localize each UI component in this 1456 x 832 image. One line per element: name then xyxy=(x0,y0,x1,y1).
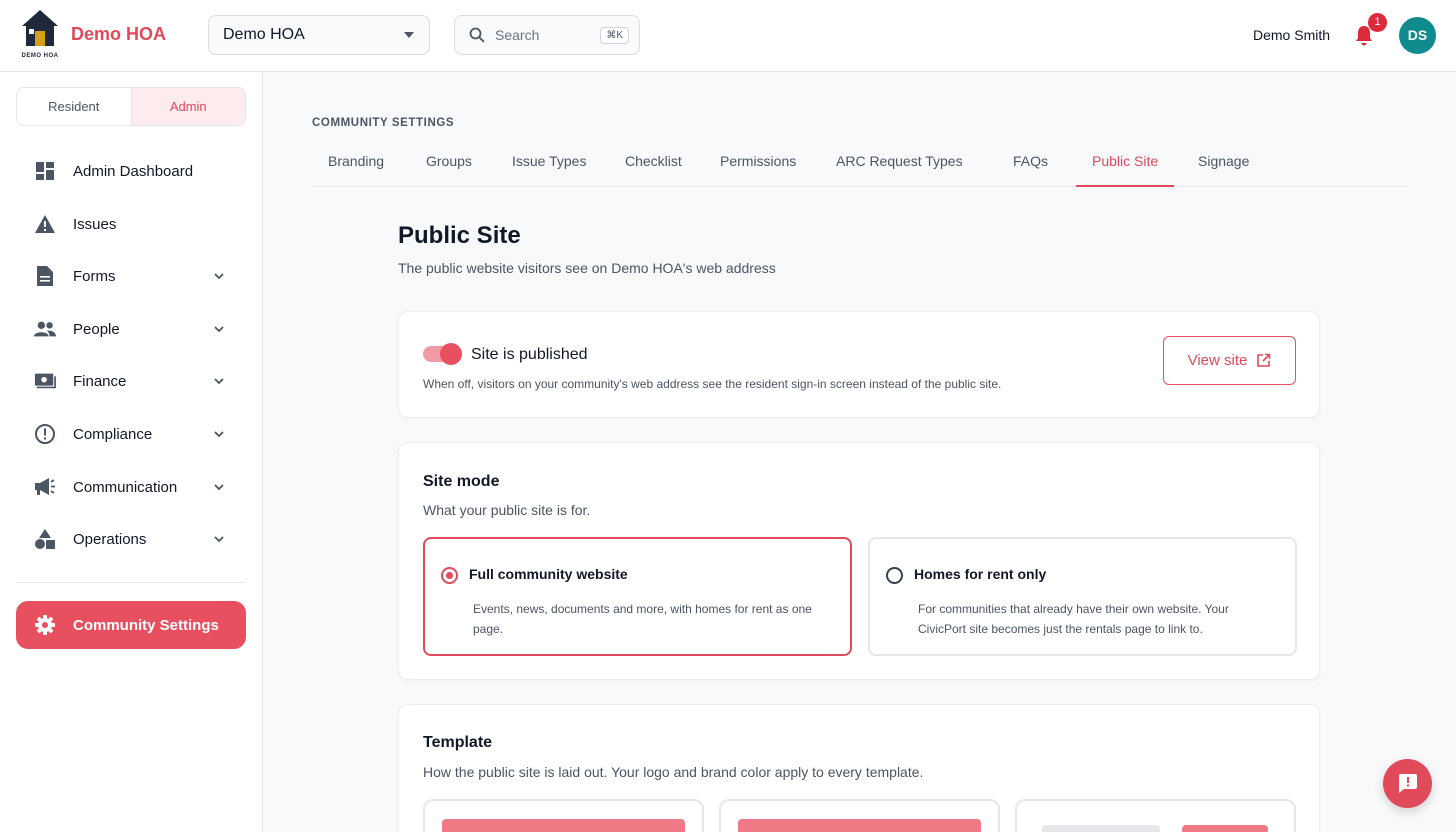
sidebar-item-forms[interactable]: Forms xyxy=(16,254,246,298)
tab-checklist[interactable]: Checklist xyxy=(625,144,682,187)
sidebar-item-label: Operations xyxy=(73,530,147,548)
publish-toggle[interactable] xyxy=(423,343,462,365)
option-full-community-website[interactable]: Full community website Events, news, doc… xyxy=(423,537,852,656)
chevron-down-icon xyxy=(214,326,224,333)
tab-permissions[interactable]: Permissions xyxy=(720,144,796,187)
external-link-icon xyxy=(1257,353,1271,367)
brand-name[interactable]: Demo HOA xyxy=(71,24,166,45)
role-toggle: Resident Admin xyxy=(16,87,246,126)
sidebar-item-issues[interactable]: Issues xyxy=(16,202,246,246)
tab-signage[interactable]: Signage xyxy=(1198,144,1249,187)
hoa-select[interactable]: Demo HOA xyxy=(208,15,430,55)
document-icon xyxy=(34,265,56,287)
sidebar-item-label: People xyxy=(73,320,120,338)
sidebar-item-finance[interactable]: Finance xyxy=(16,359,246,403)
site-mode-heading: Site mode xyxy=(423,473,500,490)
role-resident-button[interactable]: Resident xyxy=(17,88,132,125)
house-logo-icon xyxy=(22,10,58,46)
sidebar-item-label: Admin Dashboard xyxy=(73,162,194,180)
caret-down-icon xyxy=(404,32,414,38)
chevron-down-icon xyxy=(214,536,224,543)
sidebar-item-community-settings[interactable]: Community Settings xyxy=(16,601,246,649)
template-preview-bar xyxy=(442,819,685,832)
site-mode-card: Site mode What your public site is for. … xyxy=(398,442,1320,680)
page-subtitle: The public website visitors see on Demo … xyxy=(398,260,776,276)
option-title: Homes for rent only xyxy=(914,566,1047,582)
tab-public-site[interactable]: Public Site xyxy=(1076,144,1175,187)
site-mode-description: What your public site is for. xyxy=(423,502,591,518)
publish-label: Site is published xyxy=(471,346,588,363)
template-description: How the public site is laid out. Your lo… xyxy=(423,764,924,780)
search-box[interactable]: Search ⌘K xyxy=(454,15,640,55)
template-preview-bar xyxy=(1182,825,1268,832)
people-icon xyxy=(34,318,56,340)
sidebar-item-label: Forms xyxy=(73,267,116,285)
template-option-3[interactable] xyxy=(1015,799,1296,832)
gear-icon xyxy=(34,614,56,636)
brand-logo[interactable]: DEMO HOA xyxy=(18,8,62,62)
sidebar-item-label: Community Settings xyxy=(73,616,219,634)
avatar[interactable]: DS xyxy=(1399,17,1436,54)
option-homes-for-rent-only[interactable]: Homes for rent only For communities that… xyxy=(868,537,1297,656)
radio-unselected[interactable] xyxy=(886,567,903,584)
money-icon xyxy=(34,370,56,392)
shapes-icon xyxy=(34,528,56,550)
template-option-1[interactable] xyxy=(423,799,704,832)
tab-arc-request-types[interactable]: ARC Request Types xyxy=(836,144,963,187)
search-shortcut: ⌘K xyxy=(600,26,629,44)
dashboard-icon xyxy=(34,160,56,182)
radio-selected[interactable] xyxy=(441,567,458,584)
sidebar-item-communication[interactable]: Communication xyxy=(16,465,246,509)
chevron-down-icon xyxy=(214,273,224,280)
tab-faqs[interactable]: FAQs xyxy=(1013,144,1048,187)
user-name[interactable]: Demo Smith xyxy=(1253,27,1330,43)
tab-groups[interactable]: Groups xyxy=(426,144,472,187)
toggle-knob xyxy=(440,343,462,365)
settings-tabs: Branding Groups Issue Types Checklist Pe… xyxy=(312,144,1408,187)
option-title: Full community website xyxy=(469,566,628,582)
sidebar: Resident Admin Admin Dashboard Issues Fo… xyxy=(0,72,263,832)
template-option-2[interactable] xyxy=(719,799,1000,832)
top-bar: DEMO HOA Demo HOA Demo HOA Search ⌘K Dem… xyxy=(0,0,1456,72)
sidebar-item-label: Compliance xyxy=(73,425,153,443)
alert-circle-icon xyxy=(34,423,56,445)
role-admin-button[interactable]: Admin xyxy=(131,88,245,125)
template-preview-grey xyxy=(1042,825,1160,832)
chevron-down-icon xyxy=(214,431,224,438)
template-heading: Template xyxy=(423,734,493,751)
search-placeholder: Search xyxy=(495,27,540,43)
sidebar-item-label: Communication xyxy=(73,478,178,496)
tab-issue-types[interactable]: Issue Types xyxy=(512,144,586,187)
sidebar-item-label: Issues xyxy=(73,215,117,233)
sidebar-item-admin-dashboard[interactable]: Admin Dashboard xyxy=(16,149,246,193)
sidebar-item-compliance[interactable]: Compliance xyxy=(16,412,246,456)
logo-caption: DEMO HOA xyxy=(21,53,59,59)
sidebar-item-people[interactable]: People xyxy=(16,307,246,351)
sidebar-item-operations[interactable]: Operations xyxy=(16,517,246,561)
radio-dot xyxy=(446,572,453,579)
chat-alert-icon xyxy=(1398,773,1417,793)
chevron-down-icon xyxy=(214,484,224,491)
template-preview-bar xyxy=(738,819,981,832)
option-description: For communities that already have their … xyxy=(918,602,1229,636)
view-site-label: View site xyxy=(1187,352,1248,369)
notification-badge: 1 xyxy=(1368,13,1387,32)
sidebar-divider xyxy=(16,582,246,583)
tab-branding[interactable]: Branding xyxy=(328,144,384,187)
page-title: Public Site xyxy=(398,222,521,249)
warning-icon xyxy=(34,213,56,235)
section-label: COMMUNITY SETTINGS xyxy=(312,117,455,129)
template-card: Template How the public site is laid out… xyxy=(398,704,1320,832)
chat-support-button[interactable] xyxy=(1383,759,1432,808)
publish-help-text: When off, visitors on your community's w… xyxy=(423,377,1002,391)
hoa-select-value: Demo HOA xyxy=(223,26,305,43)
search-icon xyxy=(469,27,485,43)
chevron-down-icon xyxy=(214,378,224,385)
megaphone-icon xyxy=(34,476,56,498)
view-site-button[interactable]: View site xyxy=(1163,336,1296,385)
publish-card: Site is published When off, visitors on … xyxy=(398,311,1320,418)
option-description: Events, news, documents and more, with h… xyxy=(473,602,812,636)
sidebar-item-label: Finance xyxy=(73,372,127,390)
